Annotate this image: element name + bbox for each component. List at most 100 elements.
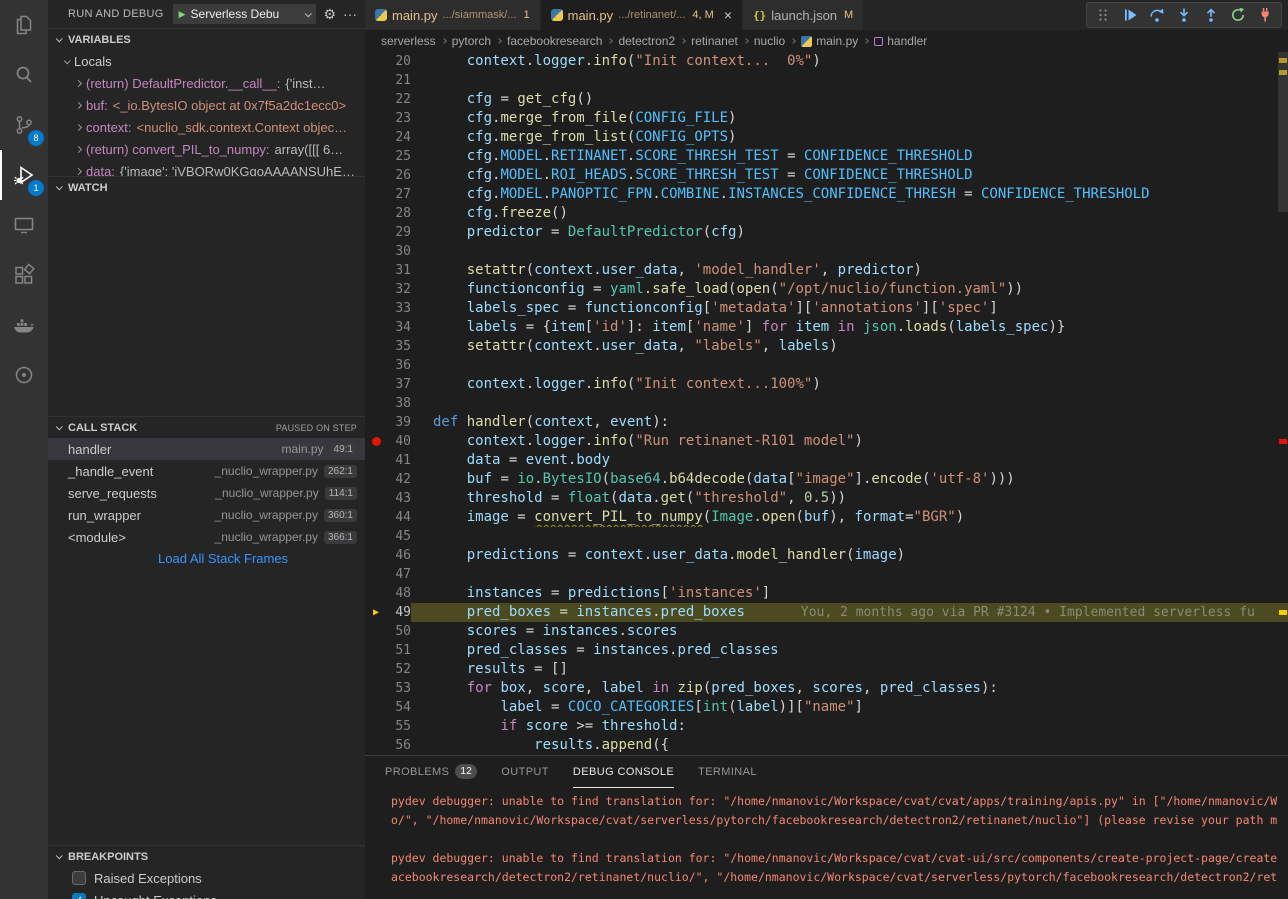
gutter-glyph[interactable] (365, 546, 387, 565)
gutter-glyph[interactable] (365, 394, 387, 413)
breakpoints-section-header[interactable]: BREAKPOINTS (48, 845, 365, 867)
code-line[interactable]: 28 cfg.freeze() (365, 204, 1288, 223)
code-line[interactable]: 29 predictor = DefaultPredictor(cfg) (365, 223, 1288, 242)
variable-row[interactable]: buf:<_io.BytesIO object at 0x7f5a2dc1ecc… (48, 94, 365, 116)
code-line[interactable]: 20 context.logger.info("Init context... … (365, 52, 1288, 71)
gutter-glyph[interactable] (365, 109, 387, 128)
close-icon[interactable]: × (724, 8, 732, 22)
code-line[interactable]: 50 scores = instances.scores (365, 622, 1288, 641)
stack-frame-row[interactable]: _handle_event_nuclio_wrapper.py262:1 (48, 460, 365, 482)
code-line[interactable]: 27 cfg.MODEL.PANOPTIC_FPN.COMBINE.INSTAN… (365, 185, 1288, 204)
stack-frame-row[interactable]: serve_requests_nuclio_wrapper.py114:1 (48, 482, 365, 504)
code-line[interactable]: 31 setattr(context.user_data, 'model_han… (365, 261, 1288, 280)
code-line[interactable]: 25 cfg.MODEL.RETINANET.SCORE_THRESH_TEST… (365, 147, 1288, 166)
activity-item-docker[interactable] (0, 300, 48, 350)
activity-item-source-control[interactable]: 8 (0, 100, 48, 150)
call-stack-section-header[interactable]: CALL STACK PAUSED ON STEP (48, 416, 365, 438)
gutter-glyph[interactable] (365, 641, 387, 660)
code-line[interactable]: 56 results.append({ (365, 736, 1288, 755)
gutter-glyph[interactable] (365, 261, 387, 280)
editor-scrollbar[interactable] (1278, 52, 1288, 212)
gutter-glyph[interactable] (365, 147, 387, 166)
panel-tab-problems[interactable]: PROBLEMS12 (385, 756, 477, 788)
gutter-glyph[interactable] (365, 660, 387, 679)
gutter-glyph[interactable] (365, 375, 387, 394)
code-line[interactable]: 32 functionconfig = yaml.safe_load(open(… (365, 280, 1288, 299)
code-line[interactable]: 54 label = COCO_CATEGORIES[int(label)]["… (365, 698, 1288, 717)
activity-item-search[interactable] (0, 50, 48, 100)
gutter-glyph[interactable] (365, 698, 387, 717)
breadcrumb-item[interactable]: retinanet (691, 34, 738, 48)
editor-tab[interactable]: {}launch.jsonM (743, 0, 864, 30)
continue-icon[interactable] (1119, 4, 1141, 26)
code-line[interactable]: 40 context.logger.info("Run retinanet-R1… (365, 432, 1288, 451)
load-all-stack-frames-link[interactable]: Load All Stack Frames (48, 548, 365, 570)
code-line[interactable]: 21 (365, 71, 1288, 90)
code-line[interactable]: 35 setattr(context.user_data, "labels", … (365, 337, 1288, 356)
panel-tab-output[interactable]: OUTPUT (501, 756, 549, 788)
debug-config-dropdown[interactable]: ▶ Serverless Debu (173, 4, 317, 24)
code-line[interactable]: 26 cfg.MODEL.ROI_HEADS.SCORE_THRESH_TEST… (365, 166, 1288, 185)
more-actions-icon[interactable]: ··· (343, 6, 357, 22)
breadcrumb-item[interactable]: serverless (381, 34, 436, 48)
panel-tab-terminal[interactable]: TERMINAL (698, 756, 757, 788)
code-line[interactable]: 55 if score >= threshold: (365, 717, 1288, 736)
stack-frame-row[interactable]: run_wrapper_nuclio_wrapper.py360:1 (48, 504, 365, 526)
watch-section-header[interactable]: WATCH (48, 176, 365, 198)
drag-handle-icon[interactable] (1092, 4, 1114, 26)
activity-item-explorer[interactable] (0, 0, 48, 50)
code-line[interactable]: 30 (365, 242, 1288, 261)
breakpoint-icon[interactable] (372, 437, 381, 446)
code-line[interactable]: 33 labels_spec = functionconfig['metadat… (365, 299, 1288, 318)
gutter-glyph[interactable] (365, 280, 387, 299)
checkbox[interactable]: ✓ (72, 893, 86, 899)
restart-icon[interactable] (1227, 4, 1249, 26)
gutter-glyph[interactable] (365, 432, 387, 451)
variable-row[interactable]: data:{'image': 'iVBORw0KGgoAAAANSUhE… (48, 160, 365, 176)
gutter-glyph[interactable] (365, 128, 387, 147)
gutter-glyph[interactable] (365, 413, 387, 432)
gutter-glyph[interactable] (365, 489, 387, 508)
code-line[interactable]: 44 image = convert_PIL_to_numpy(Image.op… (365, 508, 1288, 527)
step-into-icon[interactable] (1173, 4, 1195, 26)
panel-tab-debug-console[interactable]: DEBUG CONSOLE (573, 756, 674, 788)
gutter-glyph[interactable] (365, 299, 387, 318)
code-line[interactable]: 37 context.logger.info("Init context...1… (365, 375, 1288, 394)
gutter-glyph[interactable] (365, 52, 387, 71)
step-over-icon[interactable] (1146, 4, 1168, 26)
variable-row[interactable]: (return) DefaultPredictor.__call__:{'ins… (48, 72, 365, 94)
breadcrumb-item[interactable]: facebookresearch (507, 34, 602, 48)
variables-section-header[interactable]: VARIABLES (48, 28, 365, 50)
code-line[interactable]: 48 instances = predictions['instances'] (365, 584, 1288, 603)
gutter-glyph[interactable] (365, 223, 387, 242)
gutter-glyph[interactable] (365, 337, 387, 356)
code-line[interactable]: 36 (365, 356, 1288, 375)
gutter-glyph[interactable] (365, 527, 387, 546)
gutter-glyph[interactable] (365, 679, 387, 698)
breakpoint-row[interactable]: ✓Uncaught Exceptions (48, 889, 365, 899)
breadcrumb-item[interactable]: pytorch (452, 34, 491, 48)
gutter-glyph[interactable] (365, 717, 387, 736)
gutter-glyph[interactable] (365, 584, 387, 603)
gear-icon[interactable]: ⚙ (323, 6, 336, 23)
gutter-glyph[interactable] (365, 470, 387, 489)
start-debug-icon[interactable]: ▶ (179, 9, 186, 20)
gutter-glyph[interactable] (365, 71, 387, 90)
gutter-glyph[interactable] (365, 356, 387, 375)
code-line[interactable]: 46 predictions = context.user_data.model… (365, 546, 1288, 565)
editor-tab[interactable]: main.py.../siammask/...1 (365, 0, 541, 30)
gutter-glyph[interactable] (365, 622, 387, 641)
checkbox[interactable] (72, 871, 86, 885)
code-line[interactable]: 38 (365, 394, 1288, 413)
code-line[interactable]: 52 results = [] (365, 660, 1288, 679)
code-line[interactable]: 51 pred_classes = instances.pred_classes (365, 641, 1288, 660)
gutter-glyph[interactable] (365, 508, 387, 527)
activity-item-run-and-debug[interactable]: 1 (0, 150, 48, 200)
variable-row[interactable]: (return) convert_PIL_to_numpy:array([[[ … (48, 138, 365, 160)
variable-row[interactable]: context:<nuclio_sdk.context.Context obje… (48, 116, 365, 138)
disconnect-icon[interactable] (1254, 4, 1276, 26)
variables-scope-row[interactable]: Locals (48, 50, 365, 72)
activity-item-remote-explorer[interactable] (0, 200, 48, 250)
breadcrumb-item[interactable]: handler (874, 34, 927, 48)
code-line[interactable]: 47 (365, 565, 1288, 584)
